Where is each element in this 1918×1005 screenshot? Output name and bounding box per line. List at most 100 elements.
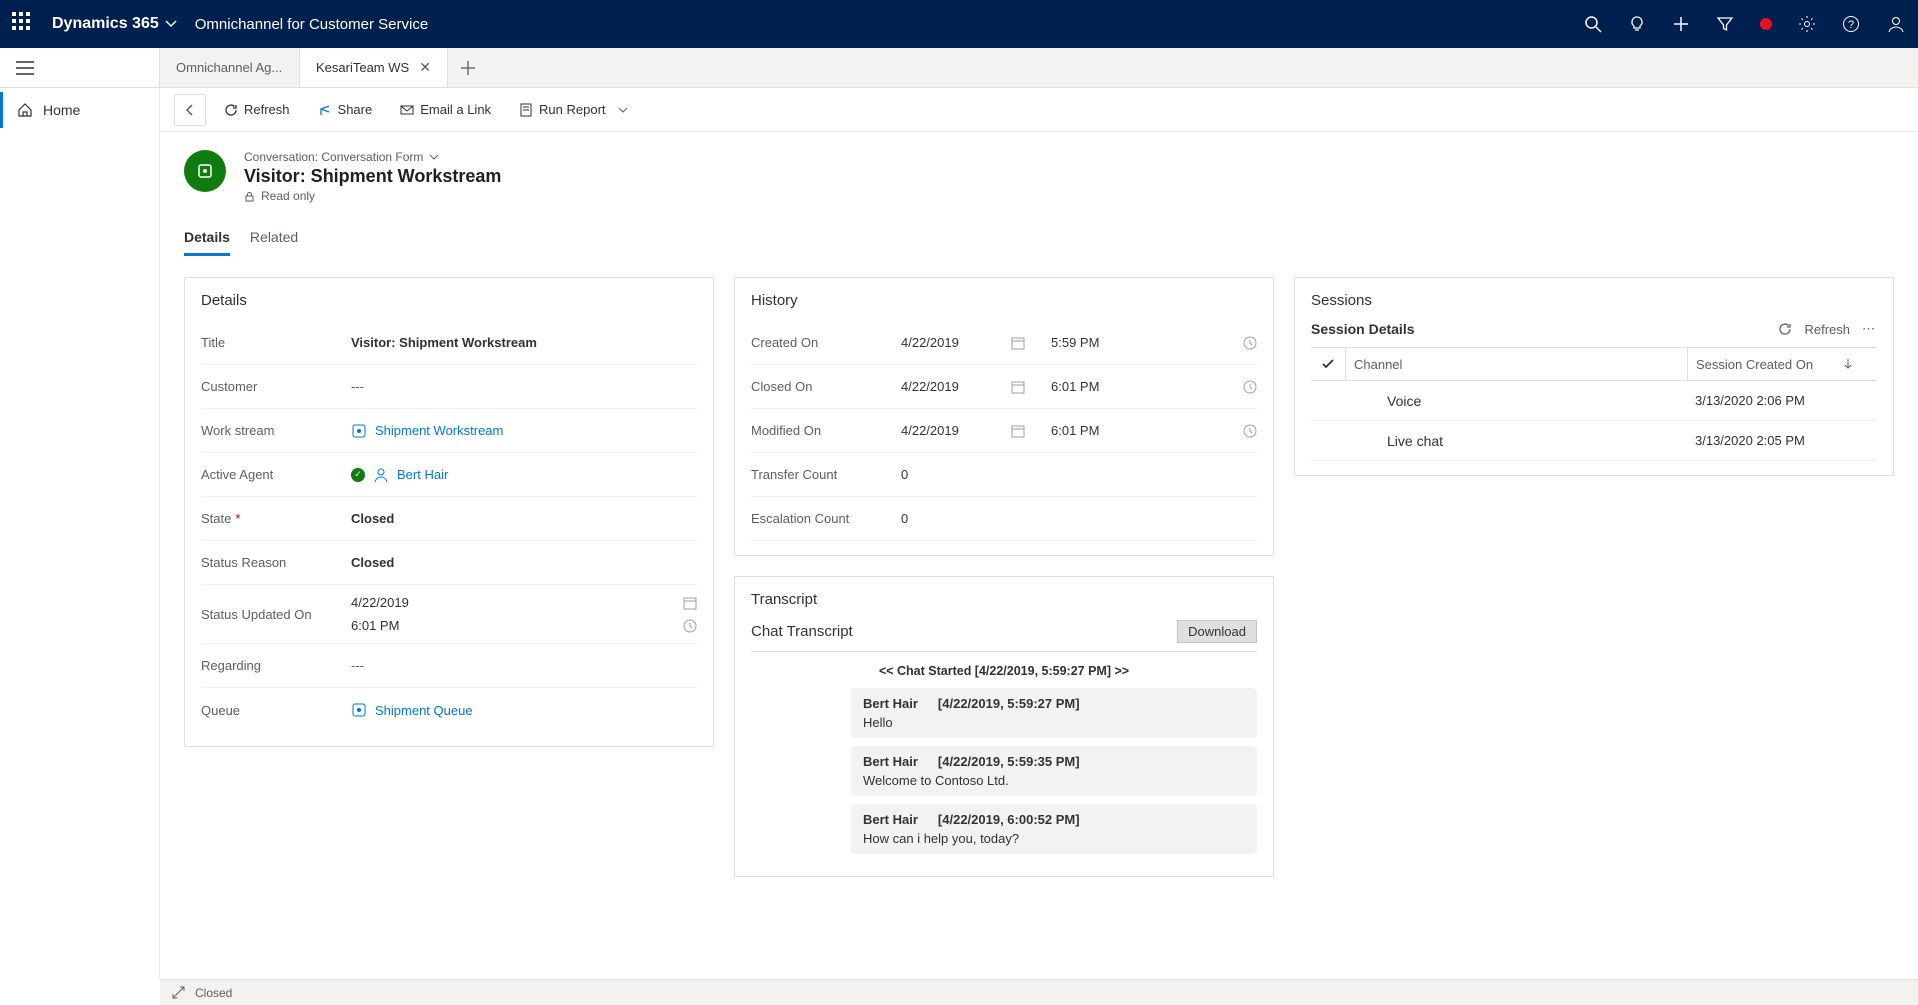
panels-grid: Details Title Visitor: Shipment Workstre… <box>160 257 1918 897</box>
refresh-icon <box>224 103 238 117</box>
user-profile-icon[interactable] <box>1886 14 1906 34</box>
field-label: Regarding <box>201 658 351 673</box>
tab-related[interactable]: Related <box>250 221 298 256</box>
field-label: Work stream <box>201 423 351 438</box>
status-bar: Closed <box>160 979 1918 1005</box>
agent-link[interactable]: Bert Hair <box>351 467 448 483</box>
readonly-indicator: Read only <box>244 189 501 203</box>
field-value: 4/22/2019 <box>901 379 1011 394</box>
brand-name[interactable]: Dynamics 365 <box>52 15 159 33</box>
calendar-icon <box>1011 336 1051 350</box>
field-label: Status Updated On <box>201 595 351 622</box>
message-timestamp: [4/22/2019, 6:00:52 PM] <box>938 812 1080 827</box>
session-created-on: 3/13/2020 2:05 PM <box>1687 433 1877 448</box>
chat-message: Bert Hair[4/22/2019, 5:59:35 PM]Welcome … <box>851 746 1257 796</box>
panel-title: Details <box>201 292 697 309</box>
session-channel: Voice <box>1345 393 1687 409</box>
clock-icon <box>1243 336 1257 350</box>
workstream-icon <box>351 423 367 439</box>
column-header-created[interactable]: Session Created On <box>1687 348 1877 380</box>
calendar-icon <box>1011 380 1051 394</box>
column-header-channel[interactable]: Channel <box>1345 348 1687 380</box>
sessions-table-header: Channel Session Created On <box>1311 347 1877 381</box>
session-tabs-bar: Omnichannel Ag... KesariTeam WS ✕ <box>0 48 1918 88</box>
field-value: Closed <box>351 511 394 526</box>
check-icon <box>1321 357 1335 371</box>
message-body: Welcome to Contoso Ltd. <box>863 773 1245 788</box>
close-tab-icon[interactable]: ✕ <box>419 59 431 76</box>
field-value: --- <box>351 658 364 673</box>
session-tab-1[interactable]: KesariTeam WS ✕ <box>300 48 448 87</box>
session-row[interactable]: Voice3/13/2020 2:06 PM <box>1311 381 1877 421</box>
form-selector[interactable]: Conversation: Conversation Form <box>244 150 501 164</box>
field-value: --- <box>351 379 364 394</box>
field-label: Customer <box>201 379 351 394</box>
history-row: Created On4/22/20195:59 PM <box>751 321 1257 365</box>
refresh-icon[interactable] <box>1778 322 1792 336</box>
app-launcher-icon[interactable] <box>12 12 36 36</box>
details-panel: Details Title Visitor: Shipment Workstre… <box>184 277 714 747</box>
chevron-down-icon <box>429 152 439 162</box>
field-label: Status Reason <box>201 555 351 570</box>
lightbulb-icon[interactable] <box>1628 15 1646 33</box>
top-nav: Dynamics 365 Omnichannel for Customer Se… <box>0 0 1918 48</box>
hamburger-icon[interactable] <box>16 61 34 75</box>
clock-icon <box>1243 380 1257 394</box>
chat-message: Bert Hair [4/22/2019, 6:00:52 PM] How can … <box>851 804 1257 854</box>
brand-caret-icon[interactable] <box>165 18 177 30</box>
queue-link[interactable]: Shipment Queue <box>351 702 473 718</box>
message-timestamp: [4/22/2019, 5:59:27 PM] <box>938 696 1080 711</box>
record-status-text: Closed <box>195 986 232 1000</box>
more-actions-icon[interactable]: ⋯ <box>1862 321 1877 337</box>
field-label: Active Agent <box>201 467 351 482</box>
cmd-label: Refresh <box>244 102 290 117</box>
field-value-date: 4/22/2019 <box>351 595 409 610</box>
message-sender: Bert Hair <box>863 696 918 711</box>
field-label: State* <box>201 511 351 526</box>
chat-transcript-title: Chat Transcript <box>751 623 853 640</box>
share-button[interactable]: Share <box>308 96 383 123</box>
filter-icon[interactable] <box>1716 15 1734 33</box>
run-report-button[interactable]: Run Report <box>509 96 637 123</box>
sessions-subtitle: Session Details <box>1311 321 1415 337</box>
sessions-panel: Sessions Session Details Refresh ⋯ <box>1294 277 1894 476</box>
back-button[interactable] <box>174 94 206 126</box>
sidebar-toggle-cell <box>0 48 160 87</box>
select-all-check[interactable] <box>1311 357 1345 371</box>
chevron-down-icon <box>618 105 628 115</box>
history-row: Escalation Count0 <box>751 497 1257 541</box>
expand-icon[interactable] <box>172 986 185 999</box>
sort-desc-icon <box>1843 358 1853 370</box>
session-row[interactable]: Live chat3/13/2020 2:05 PM <box>1311 421 1877 461</box>
recording-indicator-icon[interactable] <box>1760 18 1772 30</box>
command-bar: Refresh Share Email a Link Run Report <box>160 88 1918 132</box>
panel-title: Sessions <box>1311 292 1877 309</box>
sidebar-item-home[interactable]: Home <box>0 92 159 128</box>
help-icon[interactable]: ? <box>1842 15 1860 33</box>
refresh-button[interactable]: Refresh <box>214 96 300 123</box>
sessions-refresh-button[interactable]: Refresh <box>1804 322 1850 337</box>
add-icon[interactable] <box>1672 15 1690 33</box>
cmd-label: Share <box>338 102 373 117</box>
workstream-link[interactable]: Shipment Workstream <box>351 423 503 439</box>
download-button[interactable]: Download <box>1177 620 1257 643</box>
message-body: Hello <box>863 715 1245 730</box>
search-icon[interactable] <box>1584 15 1602 33</box>
add-tab-button[interactable] <box>448 48 488 87</box>
session-tab-0[interactable]: Omnichannel Ag... <box>160 48 300 87</box>
back-arrow-icon <box>183 103 197 117</box>
field-label: Created On <box>751 335 901 350</box>
history-row: Closed On4/22/20196:01 PM <box>751 365 1257 409</box>
email-link-button[interactable]: Email a Link <box>390 96 501 123</box>
calendar-icon <box>683 596 697 610</box>
tab-details[interactable]: Details <box>184 221 230 256</box>
history-row: Modified On4/22/20196:01 PM <box>751 409 1257 453</box>
presence-available-icon <box>351 468 365 482</box>
cmd-label: Email a Link <box>420 102 491 117</box>
field-label: Queue <box>201 703 351 718</box>
history-panel: History Created On4/22/20195:59 PMClosed… <box>734 277 1274 556</box>
message-body: How can i help you, today? <box>863 831 1245 846</box>
settings-gear-icon[interactable] <box>1798 15 1816 33</box>
sidebar-item-label: Home <box>43 102 80 118</box>
message-sender: Bert Hair <box>863 812 918 827</box>
